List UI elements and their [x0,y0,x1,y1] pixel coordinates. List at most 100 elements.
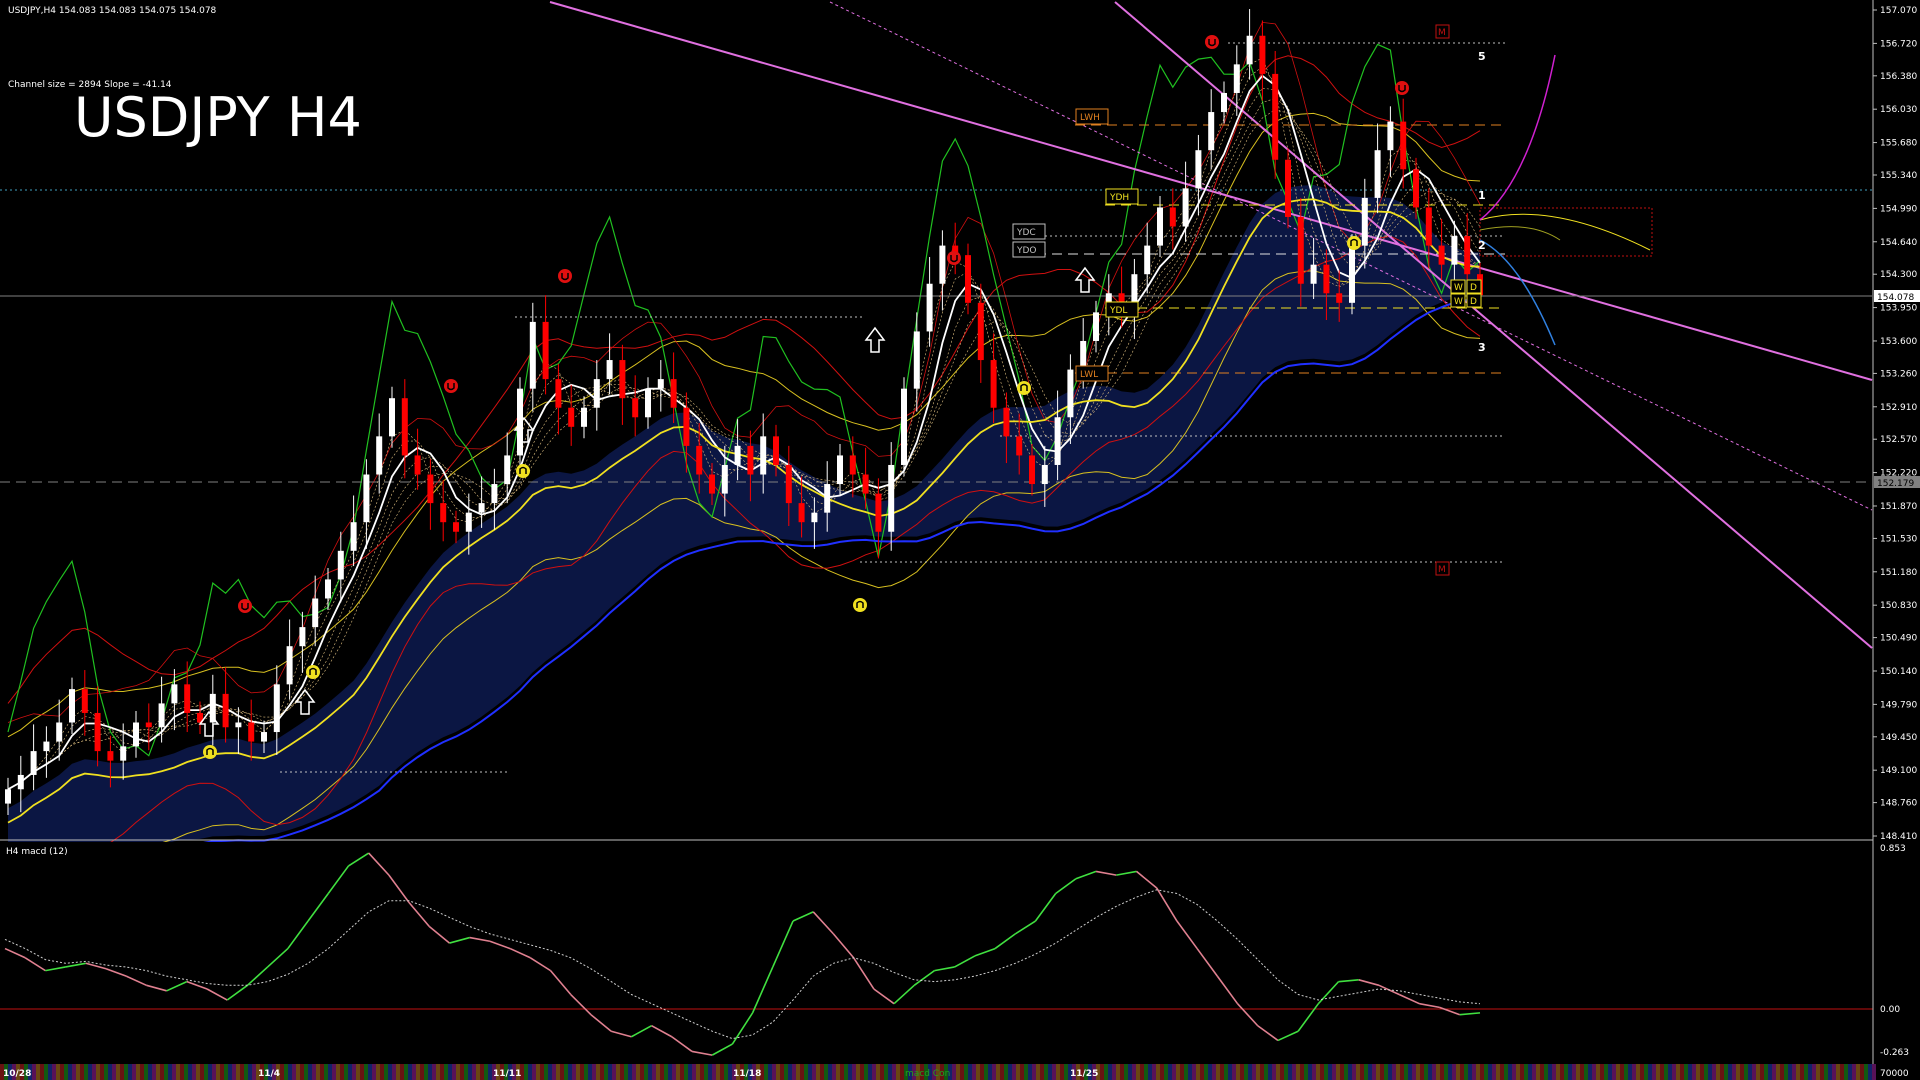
strip-block [800,1064,804,1080]
strip-block [488,1064,492,1080]
candle-body [427,474,434,504]
strip-block [1780,1064,1784,1080]
strip-block [32,1064,36,1080]
strip-block [712,1064,716,1080]
candle-body [504,455,511,485]
strip-block [1516,1064,1520,1080]
strip-block [1588,1064,1592,1080]
strip-block [1052,1064,1056,1080]
candle-body [133,722,139,747]
candle [1285,148,1291,229]
strip-block [1852,1064,1856,1080]
candle-body [145,722,152,728]
strip-block [988,1064,992,1080]
strip-block [1260,1064,1264,1080]
price-tick-label: 151.870 [1880,502,1917,512]
strip-block [416,1064,420,1080]
strip-block [1508,1064,1512,1080]
strip-block [812,1064,816,1080]
strip-block [1552,1064,1556,1080]
price-tick-label: 151.180 [1880,568,1917,578]
strip-block [1024,1064,1028,1080]
candle-body [696,445,703,475]
red-fractal-icon [947,251,961,265]
strip-block [84,1064,88,1080]
candle-body [1233,64,1240,93]
candle-body [913,331,920,389]
strip-block [1064,1064,1068,1080]
strip-block [1868,1064,1872,1080]
strip-block [1208,1064,1212,1080]
yellow-fractal-icon [1347,236,1361,250]
candle-body [1400,121,1407,170]
date-label-4: 11/18 [733,1069,761,1079]
strip-block [376,1064,380,1080]
strip-block [1616,1064,1620,1080]
strip-block [640,1064,644,1080]
strip-block [968,1064,972,1080]
strip-block [92,1064,96,1080]
strip-block [1828,1064,1832,1080]
candle-body [965,255,971,303]
marker-letter: M [1438,565,1446,575]
price-tick-label: 155.340 [1880,171,1917,181]
strip-block [480,1064,484,1080]
candle-body [901,388,907,465]
strip-block [172,1064,176,1080]
strip-block [1568,1064,1572,1080]
wave-number: 3 [1478,341,1486,354]
candle-body [56,722,63,742]
strip-block [1288,1064,1292,1080]
strip-block [1392,1064,1396,1080]
strip-block [164,1064,168,1080]
price-tick-label: 153.950 [1880,304,1917,314]
strip-block [1820,1064,1824,1080]
strip-block [168,1064,172,1080]
candle-body [619,360,626,399]
strip-block [44,1064,48,1080]
candle-body [453,522,459,532]
candle-body [1374,150,1381,198]
strip-block [1752,1064,1756,1080]
strip-block [840,1064,844,1080]
price-chart[interactable]: LWH YDH YDC YDO YDL LWL W DW D 5 1 2 3 M M USDJPY,H4 1… [0,0,1920,842]
strip-block [348,1064,352,1080]
strip-block [1492,1064,1496,1080]
macd-chart[interactable]: H4 macd (12) 0.853 0.00 -0.263 [0,842,1920,1064]
strip-block [1872,1064,1876,1080]
candle-body [1029,455,1035,485]
strip-block [788,1064,792,1080]
strip-block [1748,1064,1752,1080]
strip-block [380,1064,384,1080]
strip-block [1808,1064,1812,1080]
strip-block [464,1064,468,1080]
strip-block [192,1064,196,1080]
candle-body [798,503,805,523]
strip-block [48,1064,52,1080]
candle-body [670,379,677,408]
strip-block [696,1064,700,1080]
candle-body [120,746,127,761]
macd-axis-bottom: -0.263 [1880,1048,1909,1058]
candle-body [184,684,191,713]
strip-block [544,1064,548,1080]
strip-block [804,1064,808,1080]
strip-block [576,1064,580,1080]
candle-body [1272,73,1279,160]
strip-block [1668,1064,1672,1080]
candle-body [1361,197,1368,246]
strip-block [324,1064,328,1080]
strip-block [184,1064,188,1080]
candle-body [529,321,536,389]
strip-block [60,1064,64,1080]
strip-block [1848,1064,1852,1080]
strip-block [40,1064,44,1080]
strip-block [568,1064,572,1080]
red-fractal-icon [444,379,458,393]
strip-block [1596,1064,1600,1080]
strip-block [620,1064,624,1080]
red-fractal-icon [1205,35,1219,49]
red-fractal-icon [238,599,252,613]
strip-block [392,1064,396,1080]
strip-block [460,1064,464,1080]
